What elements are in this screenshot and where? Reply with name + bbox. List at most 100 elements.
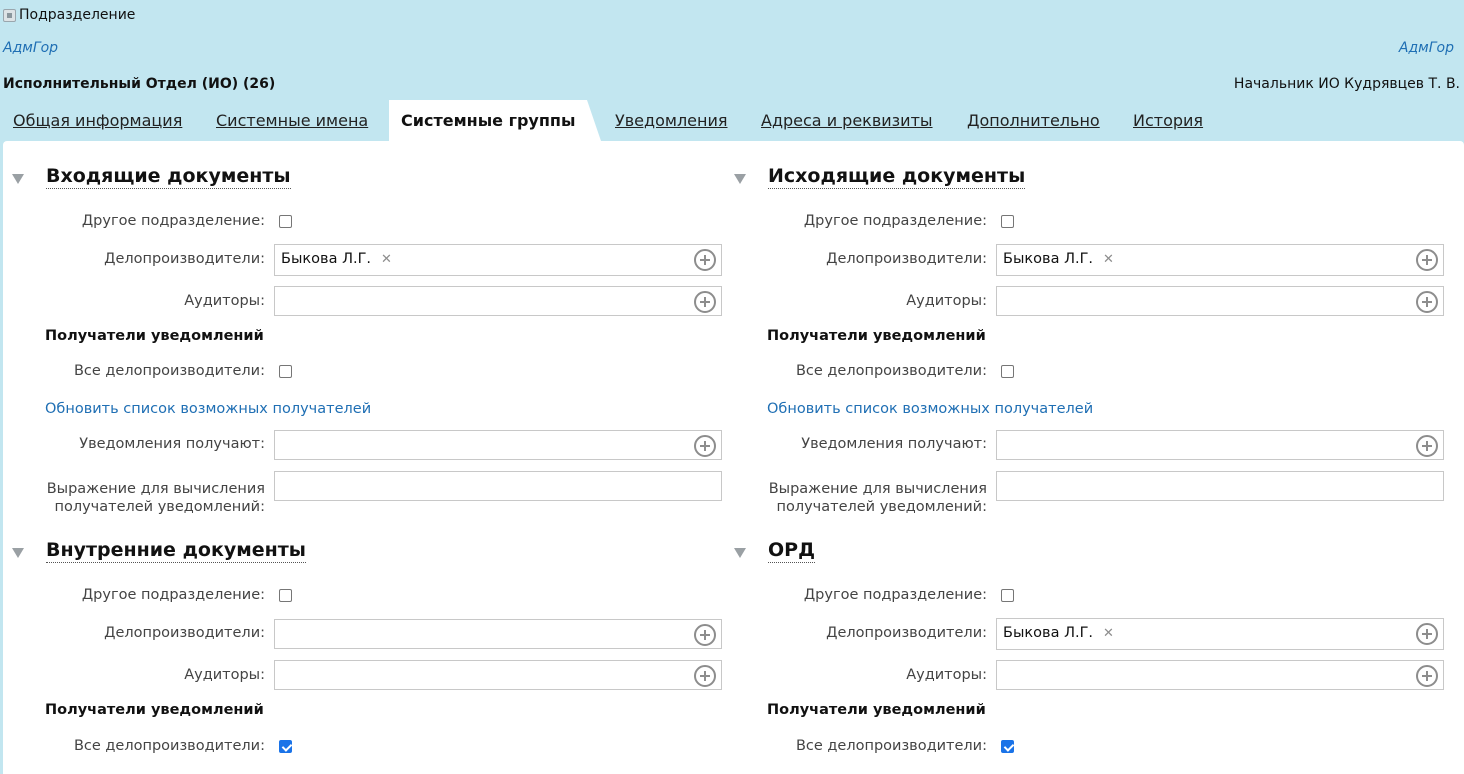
- department-row: Исполнительный Отдел (ИО) (26) Начальник…: [0, 74, 1464, 96]
- auditors-field[interactable]: [274, 286, 722, 316]
- add-clerk-icon[interactable]: [1416, 249, 1438, 271]
- clerks-field[interactable]: Быкова Л.Г. ✕: [996, 618, 1444, 650]
- tab-system-groups[interactable]: Системные группы: [389, 100, 602, 141]
- recipients-header: Получатели уведомлений: [45, 328, 264, 344]
- other-dept-checkbox[interactable]: [1001, 589, 1014, 602]
- expression-field[interactable]: [996, 471, 1444, 501]
- tab-bar: Общая информация Системные имена Системн…: [0, 100, 1464, 141]
- clerks-label: Делопроизводители:: [826, 251, 987, 267]
- add-auditor-icon[interactable]: [1416, 665, 1438, 687]
- refresh-recipients-link[interactable]: Обновить список возможных получателей: [767, 401, 1093, 417]
- section-title: Внутренние документы: [46, 539, 306, 563]
- department-title: Исполнительный Отдел (ИО) (26): [3, 76, 276, 92]
- clerks-field[interactable]: Быкова Л.Г. ✕: [996, 244, 1444, 276]
- expression-label-line2: получателей уведомлений:: [776, 499, 987, 515]
- clerk-name: Быкова Л.Г.: [281, 251, 372, 267]
- all-clerks-label: Все делопроизводители:: [795, 738, 987, 754]
- add-recipient-icon[interactable]: [694, 435, 716, 457]
- remove-icon[interactable]: ✕: [1103, 626, 1114, 641]
- clerk-chip: Быкова Л.Г. ✕: [1003, 625, 1114, 641]
- tab-notifications[interactable]: Уведомления: [615, 111, 728, 130]
- expression-label-line1: Выражение для вычисления: [46, 481, 265, 497]
- expression-field[interactable]: [274, 471, 722, 501]
- section-header: Исходящие документы: [725, 164, 1445, 192]
- auditors-label: Аудиторы:: [184, 293, 265, 309]
- clerks-label: Делопроизводители:: [826, 625, 987, 641]
- tab-addresses[interactable]: Адреса и реквизиты: [761, 111, 933, 130]
- recipients-header: Получатели уведомлений: [767, 328, 986, 344]
- expression-label: Выражение для вычисления получателей увед…: [769, 480, 987, 516]
- clerk-name: Быкова Л.Г.: [1003, 251, 1094, 267]
- other-dept-checkbox[interactable]: [279, 589, 292, 602]
- add-auditor-icon[interactable]: [1416, 291, 1438, 313]
- section-header: Внутренние документы: [3, 538, 723, 566]
- auditors-field[interactable]: [274, 660, 722, 690]
- notified-field[interactable]: [996, 430, 1444, 460]
- all-clerks-label: Все делопроизводители:: [73, 738, 265, 754]
- notified-label: Уведомления получают:: [79, 436, 265, 452]
- section-title: Входящие документы: [46, 165, 291, 189]
- remove-icon[interactable]: ✕: [1103, 252, 1114, 267]
- notified-field[interactable]: [274, 430, 722, 460]
- add-clerk-icon[interactable]: [1416, 623, 1438, 645]
- all-clerks-checkbox[interactable]: [1001, 740, 1014, 753]
- add-clerk-icon[interactable]: [694, 249, 716, 271]
- auditors-label: Аудиторы:: [906, 667, 987, 683]
- auditors-field[interactable]: [996, 286, 1444, 316]
- window-icon: [3, 8, 16, 22]
- expression-label-line2: получателей уведомлений:: [54, 499, 265, 515]
- clerk-chip: Быкова Л.Г. ✕: [1003, 251, 1114, 267]
- refresh-recipients-link[interactable]: Обновить список возможных получателей: [45, 401, 371, 417]
- auditors-label: Аудиторы:: [184, 667, 265, 683]
- tab-additional[interactable]: Дополнительно: [967, 111, 1100, 130]
- recipients-header: Получатели уведомлений: [45, 702, 264, 718]
- clerks-label: Делопроизводители:: [104, 251, 265, 267]
- window-titlebar: Подразделение: [0, 0, 1464, 30]
- section-title: ОРД: [768, 539, 815, 563]
- tab-general-info[interactable]: Общая информация: [13, 111, 182, 130]
- clerk-chip: Быкова Л.Г. ✕: [281, 251, 392, 267]
- content-panel: Входящие документы Другое подразделение:…: [3, 141, 1464, 774]
- all-clerks-checkbox[interactable]: [279, 740, 292, 753]
- tab-history[interactable]: История: [1133, 111, 1203, 130]
- collapse-triangle-icon[interactable]: [12, 548, 24, 558]
- add-auditor-icon[interactable]: [694, 291, 716, 313]
- recipients-header: Получатели уведомлений: [767, 702, 986, 718]
- notified-label: Уведомления получают:: [801, 436, 987, 452]
- section-internal: Внутренние документы Другое подразделени…: [3, 538, 723, 774]
- section-header: Входящие документы: [3, 164, 723, 192]
- add-recipient-icon[interactable]: [1416, 435, 1438, 457]
- clerks-field[interactable]: [274, 619, 722, 649]
- section-outgoing: Исходящие документы Другое подразделение…: [725, 164, 1445, 524]
- auditors-label: Аудиторы:: [906, 293, 987, 309]
- other-dept-checkbox[interactable]: [279, 215, 292, 228]
- section-incoming: Входящие документы Другое подразделение:…: [3, 164, 723, 524]
- auditors-field[interactable]: [996, 660, 1444, 690]
- collapse-triangle-icon[interactable]: [734, 174, 746, 184]
- org-row: АдмГор АдмГор: [0, 38, 1464, 60]
- all-clerks-label: Все делопроизводители:: [73, 363, 265, 379]
- expression-label-line1: Выражение для вычисления: [768, 481, 987, 497]
- department-head: Начальник ИО Кудрявцев Т. В.: [1233, 76, 1460, 92]
- add-auditor-icon[interactable]: [694, 665, 716, 687]
- tab-system-names[interactable]: Системные имена: [216, 111, 368, 130]
- section-title: Исходящие документы: [768, 165, 1026, 189]
- all-clerks-label: Все делопроизводители:: [795, 363, 987, 379]
- org-link-left[interactable]: АдмГор: [3, 40, 58, 56]
- collapse-triangle-icon[interactable]: [734, 548, 746, 558]
- other-dept-label: Другое подразделение:: [81, 587, 265, 603]
- add-clerk-icon[interactable]: [694, 624, 716, 646]
- other-dept-checkbox[interactable]: [1001, 215, 1014, 228]
- window-title: Подразделение: [19, 7, 136, 23]
- clerks-label: Делопроизводители:: [104, 625, 265, 641]
- other-dept-label: Другое подразделение:: [803, 213, 987, 229]
- clerks-field[interactable]: Быкова Л.Г. ✕: [274, 244, 722, 276]
- remove-icon[interactable]: ✕: [381, 252, 392, 267]
- all-clerks-checkbox[interactable]: [1001, 365, 1014, 378]
- other-dept-label: Другое подразделение:: [803, 587, 987, 603]
- clerk-name: Быкова Л.Г.: [1003, 625, 1094, 641]
- all-clerks-checkbox[interactable]: [279, 365, 292, 378]
- org-link-right[interactable]: АдмГор: [1399, 40, 1454, 56]
- section-header: ОРД: [725, 538, 1445, 566]
- collapse-triangle-icon[interactable]: [12, 174, 24, 184]
